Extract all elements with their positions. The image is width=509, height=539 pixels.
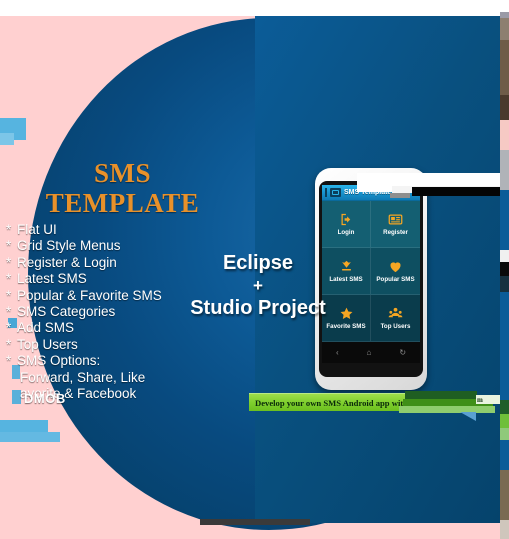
ide-line-2: Studio Project: [190, 297, 326, 319]
ide-line-1: Eclipse: [222, 252, 294, 274]
menu-tile-label: Login: [337, 229, 355, 236]
appbar-edge-icon: [325, 188, 327, 197]
feature-label: Add SMS: [17, 320, 75, 336]
right-edge-image-sliver: [500, 0, 509, 539]
menu-tile-popular-sms[interactable]: Popular SMS: [371, 248, 420, 295]
login-arrow-icon: [339, 212, 354, 227]
banner-overlay-light: [399, 406, 495, 413]
feature-item: * Flat UI: [6, 222, 246, 238]
feature-label: Flat UI: [17, 222, 57, 237]
app-logo-icon[interactable]: [330, 188, 341, 197]
feature-label: Grid Style Menus: [17, 238, 121, 254]
bullet-star-icon: *: [6, 336, 12, 352]
admob-label: DMOB: [24, 391, 66, 406]
home-button[interactable]: ⌂: [367, 348, 372, 357]
title-line-1: SMS: [93, 158, 152, 188]
people-group-icon: [388, 306, 403, 321]
heart-icon: [388, 259, 403, 274]
feature-item: * SMS Options:: [6, 353, 246, 369]
bullet-star-icon: *: [6, 271, 12, 287]
promo-banner-image: SMS TEMPLATE * Flat UI * Grid Style Menus * R…: [0, 0, 509, 539]
feature-label: Popular & Favorite SMS: [17, 287, 162, 303]
menu-tile-label: Top Users: [380, 323, 411, 330]
bullet-star-icon: *: [6, 320, 12, 336]
bullet-star-icon: *: [6, 238, 12, 254]
feature-label: Latest SMS: [17, 271, 87, 287]
menu-tile-label: Popular SMS: [376, 276, 415, 283]
feature-label: SMS Options:: [17, 353, 101, 369]
android-nav-bar: ‹ ⌂ ↻: [322, 342, 420, 363]
feature-label: Top Users: [17, 336, 78, 352]
top-white-strip: [0, 0, 509, 16]
bullet-star-icon: *: [6, 353, 12, 369]
ide-plus: +: [253, 276, 263, 295]
overlay-grey-bar: [390, 193, 410, 198]
feature-label: SMS Categories: [17, 304, 116, 320]
feature-sub-line: Forward, Share, Like: [20, 369, 146, 385]
feature-item: * Add SMS: [6, 320, 246, 336]
menu-tile-label: Register: [383, 229, 408, 236]
ide-callout: Eclipse + Studio Project: [168, 250, 348, 322]
bullet-star-icon: *: [6, 287, 12, 303]
back-button[interactable]: ‹: [336, 348, 339, 357]
bottom-dark-strip: [200, 519, 310, 525]
title-line-2: TEMPLATE: [45, 188, 200, 218]
bullet-star-icon: *: [6, 304, 12, 320]
feature-item: * Top Users: [6, 337, 246, 353]
compression-artifact-block: [0, 432, 60, 442]
page-title: SMS TEMPLATE: [0, 158, 245, 218]
compression-artifact-block: [0, 133, 14, 145]
menu-tile-top-users[interactable]: Top Users: [371, 295, 420, 342]
menu-tile-label: Favorite SMS: [326, 323, 366, 330]
bullet-star-icon: *: [6, 222, 12, 237]
feature-label: Register & Login: [17, 254, 117, 270]
recents-button[interactable]: ↻: [399, 348, 406, 357]
register-card-icon: [388, 212, 403, 227]
overlay-black-bar: [412, 187, 509, 196]
menu-tile-login[interactable]: Login: [322, 201, 371, 248]
menu-tile-register[interactable]: Register: [371, 201, 420, 248]
bullet-star-icon: *: [6, 254, 12, 270]
